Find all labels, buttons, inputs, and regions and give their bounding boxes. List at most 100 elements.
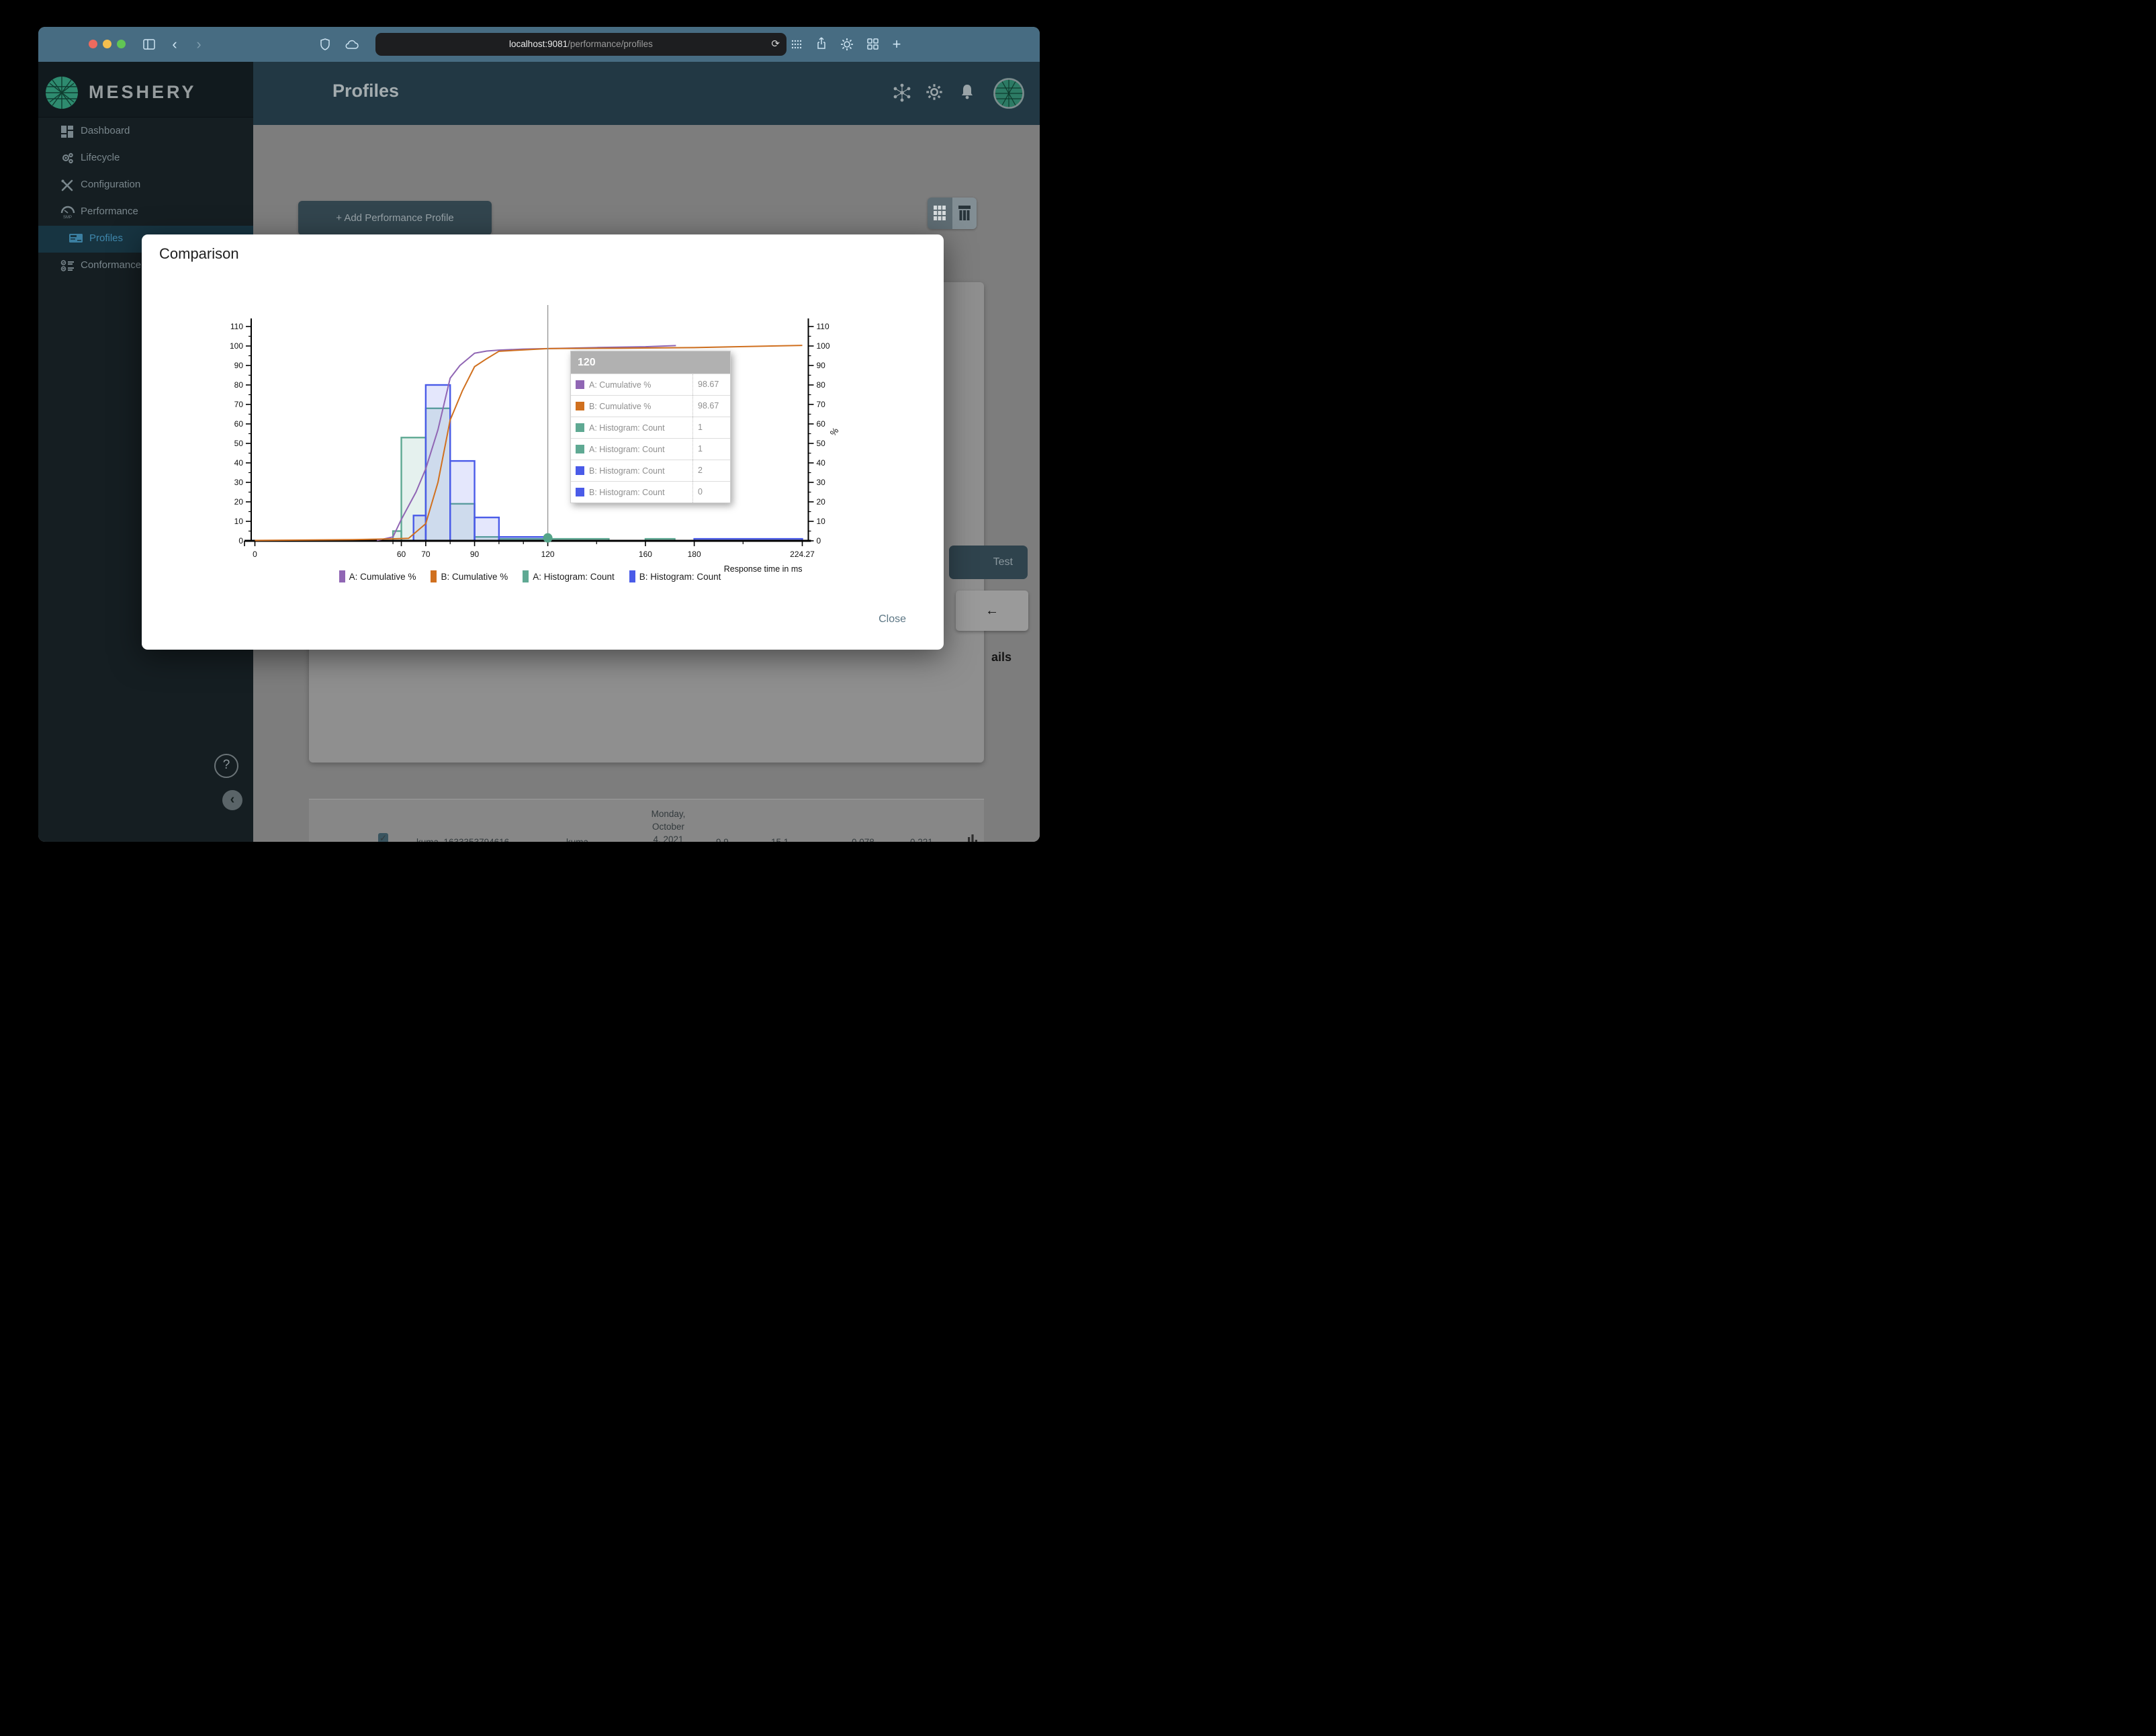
series-swatch	[576, 466, 584, 475]
tooltip-series-value: 98.67	[692, 374, 730, 395]
date-line: Monday,	[651, 809, 686, 819]
app-header: Profiles	[253, 62, 1040, 125]
svg-text:60: 60	[397, 550, 406, 559]
tools-icon	[60, 179, 74, 192]
add-performance-profile-button[interactable]: + Add Performance Profile	[298, 201, 492, 235]
back-arrow-card[interactable]: ←	[956, 591, 1028, 631]
notifications-bell-icon[interactable]	[959, 83, 979, 103]
url-path: /performance/profiles	[568, 39, 653, 49]
sidebar-item-label: Performance	[81, 206, 138, 217]
legend-label: A: Histogram: Count	[533, 571, 615, 582]
tooltip-series-label: A: Histogram: Count	[589, 423, 665, 433]
chart-tooltip: 120 A: Cumulative % 98.67 B: Cumulative % 9…	[570, 351, 731, 503]
p50-cell: 0.078	[852, 837, 874, 842]
legend-swatch	[523, 570, 529, 582]
legend-item[interactable]: A: Cumulative %	[339, 570, 416, 582]
back-button[interactable]: ‹	[165, 34, 185, 54]
tooltip-series-value: 1	[692, 417, 730, 438]
comparison-modal: Comparison 0 0 10 10 20 20 30 30 40 40 50 50 60 60 70 7…	[142, 234, 944, 650]
collapse-sidebar-button[interactable]: ‹	[222, 790, 242, 810]
svg-text:40: 40	[817, 458, 826, 468]
legend-swatch	[629, 570, 635, 582]
forward-button[interactable]: ›	[189, 34, 209, 54]
svg-text:60: 60	[817, 419, 826, 429]
table-view-button[interactable]	[952, 198, 977, 229]
svg-text:90: 90	[817, 361, 826, 370]
svg-text:100: 100	[817, 341, 830, 351]
legend-label: A: Cumulative %	[349, 571, 416, 582]
qps-cell: 9.9	[716, 837, 729, 842]
mesh-adapters-icon[interactable]	[893, 83, 913, 103]
tooltip-series-value: 98.67	[692, 396, 730, 417]
new-tab-icon[interactable]: +	[887, 34, 907, 54]
svg-text:0: 0	[238, 536, 243, 546]
tooltip-series-value: 1	[692, 439, 730, 460]
svg-text:100: 100	[230, 341, 243, 351]
zoom-window-button[interactable]	[117, 40, 126, 48]
sidebar-item-performance[interactable]: SMP Performance	[38, 199, 253, 226]
svg-text:70: 70	[421, 550, 431, 559]
legend-item[interactable]: B: Cumulative %	[431, 570, 508, 582]
shield-icon	[315, 34, 335, 54]
series-swatch	[576, 380, 584, 389]
row-chart-icon[interactable]	[967, 833, 978, 842]
table-row: ✓ kuma_1633353794616 kuma Monday, Octobe…	[309, 799, 984, 842]
legend-swatch	[339, 570, 345, 582]
grid-view-button[interactable]	[928, 198, 952, 229]
legend-item[interactable]: B: Histogram: Count	[629, 570, 721, 582]
series-swatch	[576, 423, 584, 432]
series-swatch	[576, 402, 584, 410]
settings-gear-icon[interactable]	[837, 34, 857, 54]
avatar[interactable]	[993, 78, 1024, 109]
address-bar[interactable]: localhost:9081/performance/profiles ⟳	[375, 33, 787, 56]
browser-window: ‹ › localhost:9081/performance/profiles …	[38, 27, 1040, 842]
profile-name-cell: kuma_1633353794616	[416, 837, 509, 842]
sidebar-item-dashboard[interactable]: Dashboard	[38, 118, 253, 145]
settings-gear-icon[interactable]	[926, 83, 946, 103]
svg-text:110: 110	[817, 322, 829, 331]
close-window-button[interactable]	[89, 40, 97, 48]
legend-item[interactable]: A: Histogram: Count	[523, 570, 615, 582]
chart-legend: A: Cumulative % B: Cumulative % A: Histogr…	[251, 570, 809, 582]
sidebar-item-label: Profiles	[89, 232, 124, 244]
date-cell: Monday, October 4, 2021 8:23 AM	[638, 808, 699, 842]
series-swatch	[576, 488, 584, 496]
close-button[interactable]: Close	[879, 613, 906, 625]
keypad-grid-icon[interactable]	[787, 34, 807, 54]
svg-text:0: 0	[253, 550, 257, 559]
sidebar-item-label: Lifecycle	[81, 152, 120, 163]
view-toggle-group	[928, 198, 977, 229]
tab-overview-icon[interactable]	[862, 34, 883, 54]
legend-label: B: Histogram: Count	[639, 571, 721, 582]
sidebar-item-configuration[interactable]: Configuration	[38, 172, 253, 199]
svg-text:160: 160	[639, 550, 652, 559]
brand-block: MESHERY	[38, 62, 253, 118]
legend-label: B: Cumulative %	[441, 571, 508, 582]
svg-text:0: 0	[817, 536, 821, 546]
speedometer-smp-icon: SMP	[60, 206, 75, 220]
duration-cell: 15.1	[771, 837, 789, 842]
row-checkbox[interactable]: ✓	[378, 833, 388, 842]
date-line: October	[652, 822, 685, 832]
meshery-logo-icon	[46, 77, 78, 109]
share-icon[interactable]	[811, 34, 832, 54]
tooltip-row: A: Histogram: Count 1	[571, 438, 730, 460]
run-test-button[interactable]: Test	[949, 546, 1028, 579]
sidebar-item-label: Configuration	[81, 179, 141, 190]
svg-text:30: 30	[817, 478, 826, 487]
refresh-icon[interactable]: ⟳	[771, 33, 780, 56]
svg-text:120: 120	[541, 550, 555, 559]
tooltip-series-value: 2	[692, 460, 730, 481]
help-button[interactable]: ?	[214, 754, 238, 778]
minimize-window-button[interactable]	[103, 40, 111, 48]
svg-text:SMP: SMP	[63, 216, 72, 219]
page-title: Profiles	[332, 81, 400, 101]
screen: ‹ › localhost:9081/performance/profiles …	[0, 0, 1078, 868]
tooltip-series-label: A: Histogram: Count	[589, 444, 665, 454]
details-heading-fragment: ails	[991, 650, 1012, 664]
sidebar-toggle-icon[interactable]	[139, 34, 159, 54]
browser-toolbar: ‹ › localhost:9081/performance/profiles …	[38, 27, 1040, 62]
sidebar-item-lifecycle[interactable]: Lifecycle	[38, 145, 253, 172]
profiles-card-icon	[69, 232, 83, 246]
date-line: 4, 2021	[653, 834, 684, 842]
